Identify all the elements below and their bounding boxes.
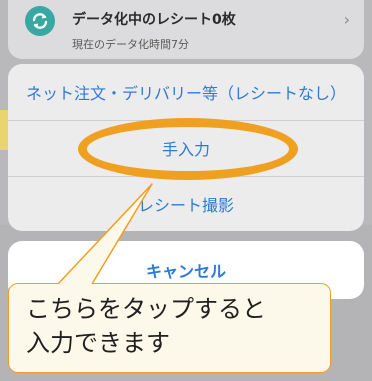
callout-text: こちらをタップすると 入力できます — [26, 292, 326, 360]
callout-line-1: こちらをタップすると — [26, 295, 266, 323]
callout-line-2: 入力できます — [26, 329, 170, 357]
